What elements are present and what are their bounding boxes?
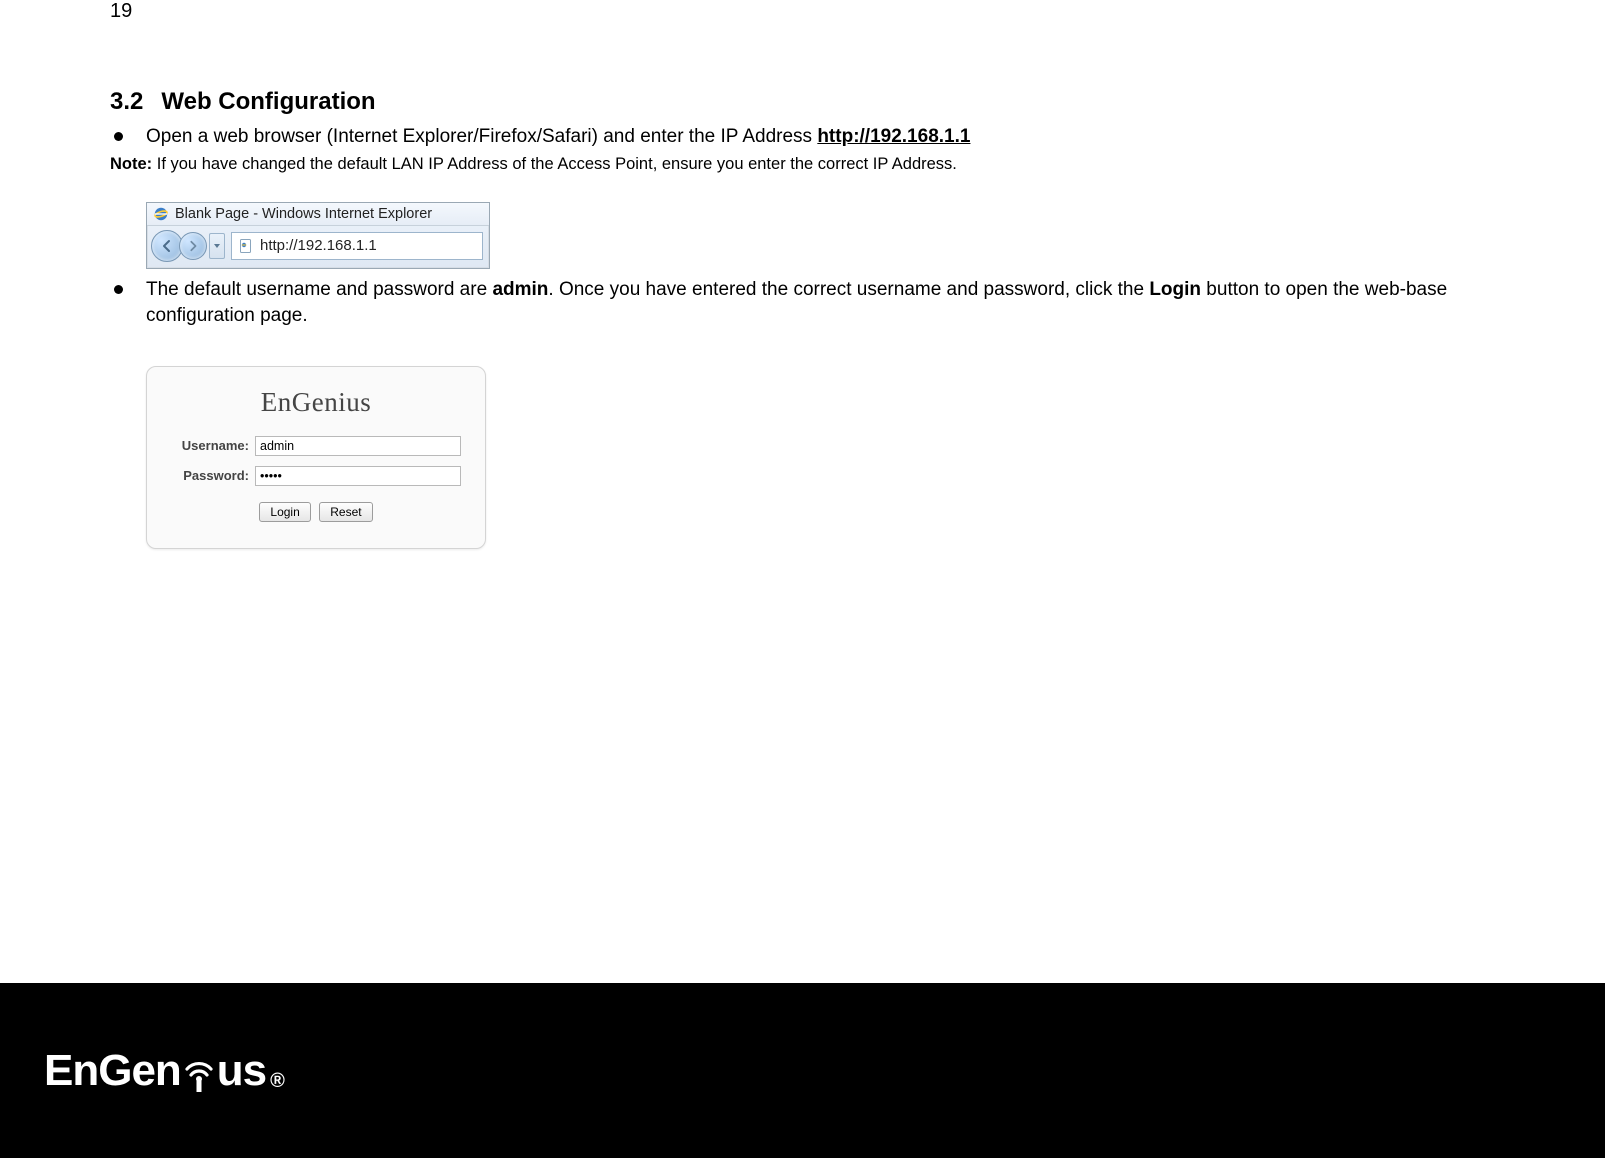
note-label: Note:: [110, 155, 152, 173]
username-label: Username:: [171, 438, 249, 453]
nav-history-dropdown[interactable]: [209, 233, 225, 259]
page-icon: [238, 238, 254, 254]
bullet2-part1: The default username and password are: [146, 279, 492, 300]
heading-number: 3.2: [110, 88, 143, 115]
address-bar[interactable]: http://192.168.1.1: [231, 232, 483, 260]
registered-mark: ®: [270, 1070, 284, 1093]
section-heading: 3.2 Web Configuration: [110, 88, 1495, 116]
login-button[interactable]: Login: [259, 502, 310, 522]
reset-button[interactable]: Reset: [319, 502, 372, 522]
bullet1-text: Open a web browser (Internet Explorer/Fi…: [146, 126, 817, 147]
bullet-item-2: The default username and password are ad…: [110, 277, 1495, 330]
forward-button[interactable]: [179, 232, 207, 260]
admin-word: admin: [492, 279, 548, 300]
page-number: 19: [110, 0, 1495, 23]
browser-screenshot: Blank Page - Windows Internet Explorer h…: [146, 202, 490, 269]
login-word: Login: [1149, 279, 1201, 300]
login-brand: EnGenius: [171, 387, 461, 418]
login-screenshot: EnGenius Username: Password: Login Reset: [146, 366, 486, 549]
bullet-item-1: Open a web browser (Internet Explorer/Fi…: [110, 124, 1495, 151]
password-label: Password:: [171, 468, 249, 483]
browser-toolbar: http://192.168.1.1: [147, 226, 489, 268]
note-line: Note: If you have changed the default LA…: [110, 155, 1495, 174]
logo-text-2: us: [217, 1049, 266, 1093]
password-input[interactable]: [255, 466, 461, 486]
browser-title-text: Blank Page - Windows Internet Explorer: [175, 206, 432, 222]
logo-text-1: EnGen: [44, 1049, 181, 1093]
browser-titlebar: Blank Page - Windows Internet Explorer: [147, 203, 489, 226]
address-text: http://192.168.1.1: [260, 237, 377, 254]
username-input[interactable]: [255, 436, 461, 456]
bullet2-part2: . Once you have entered the correct user…: [548, 279, 1149, 300]
page-footer: EnGen us ®: [0, 983, 1605, 1158]
heading-title: Web Configuration: [161, 88, 375, 115]
ie-logo-icon: [153, 206, 169, 222]
engenius-logo: EnGen us ®: [44, 1049, 284, 1093]
note-text: If you have changed the default LAN IP A…: [152, 155, 957, 173]
ip-address-link[interactable]: http://192.168.1.1: [817, 126, 970, 147]
wifi-icon: [181, 1053, 217, 1093]
